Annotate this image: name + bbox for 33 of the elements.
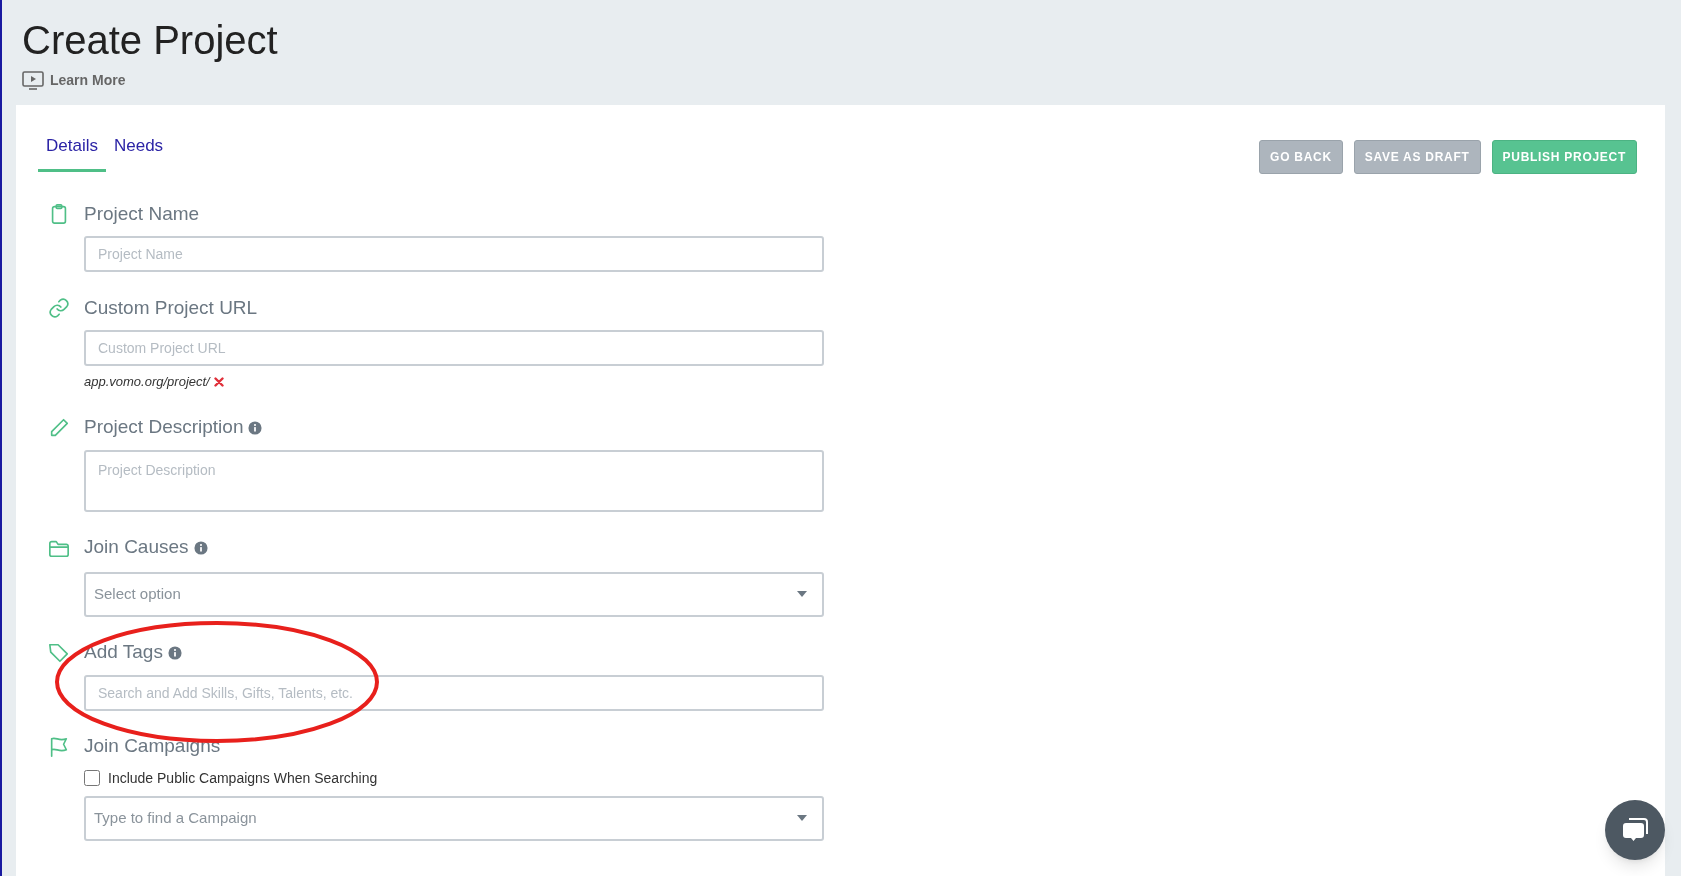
select-placeholder: Type to find a Campaign xyxy=(94,807,257,828)
tab[interactable]: Details xyxy=(38,133,106,172)
text-field[interactable]: Search and Add Skills, Gifts, Talents, etc. xyxy=(84,674,824,711)
field-label: Custom Project URL xyxy=(84,295,258,320)
text-area[interactable]: Project Description xyxy=(84,449,824,512)
field-label: Project Name xyxy=(84,201,200,226)
action-button[interactable]: SAVE AS DRAFT xyxy=(1353,140,1481,174)
action-button[interactable]: GO BACK xyxy=(1259,140,1343,174)
checkbox-label: Include Public Campaigns When Searching xyxy=(108,768,378,788)
caret-icon xyxy=(796,590,808,598)
field-label: Join Causes xyxy=(84,535,189,560)
caret-icon xyxy=(796,814,808,822)
video-icon xyxy=(22,71,44,90)
flag-icon xyxy=(48,735,70,758)
page-title: Create Project xyxy=(22,17,279,64)
select-placeholder: Select option xyxy=(94,583,181,604)
url-hint: app.vomo.org/project/ xyxy=(84,373,210,391)
link-icon xyxy=(48,297,70,319)
select-field[interactable]: Select option xyxy=(84,571,824,617)
checkbox[interactable] xyxy=(84,770,100,786)
learn-more-link[interactable]: Learn More xyxy=(50,70,126,91)
text-field[interactable]: Custom Project URL xyxy=(84,330,824,366)
text-field[interactable]: Project Name xyxy=(84,236,824,272)
select-field[interactable]: Type to find a Campaign xyxy=(84,795,824,841)
field-label: Project Description xyxy=(84,415,244,440)
info-icon[interactable] xyxy=(193,540,208,555)
action-button[interactable]: PUBLISH PROJECT xyxy=(1491,140,1637,174)
info-icon[interactable] xyxy=(248,420,263,435)
pencil-icon xyxy=(48,416,70,439)
info-icon[interactable] xyxy=(167,645,182,660)
tab[interactable]: Needs xyxy=(105,133,172,172)
tag-icon xyxy=(48,641,70,664)
field-label: Join Campaigns xyxy=(84,734,221,759)
